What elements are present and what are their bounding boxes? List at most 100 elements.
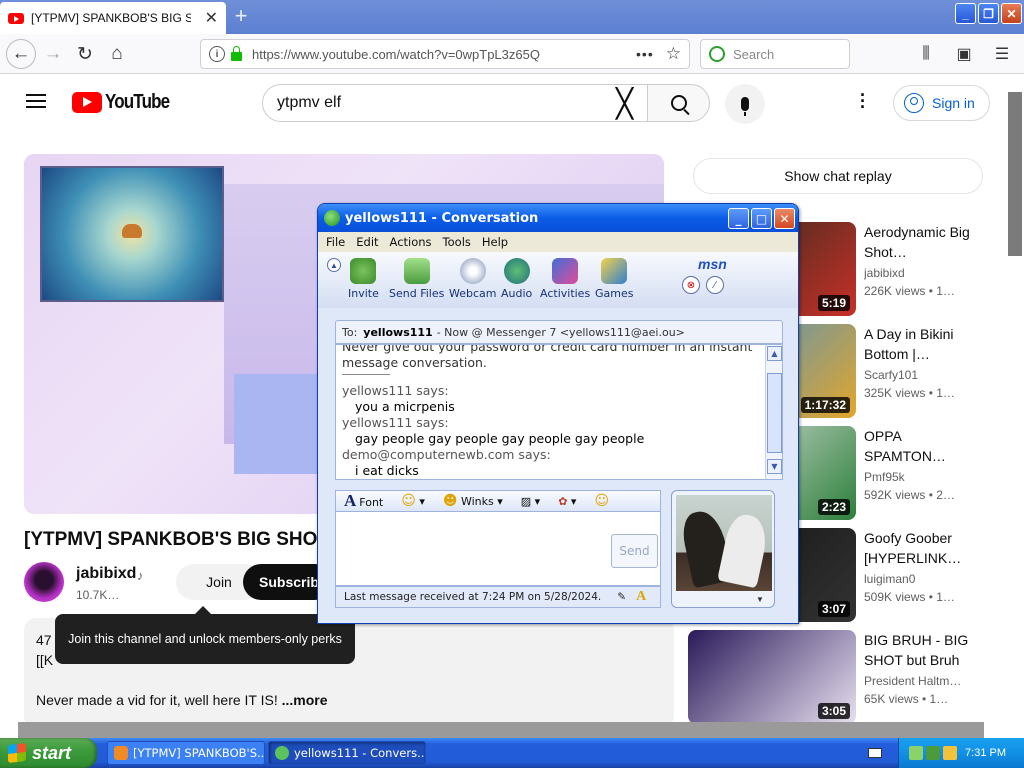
games-button[interactable]: Games [595, 258, 633, 300]
recommendation-channel[interactable]: President Haltm… [864, 674, 974, 688]
recommendation-item[interactable]: 3:05 BIG BRUH - BIG SHOT but Bruh Presiden… [688, 630, 988, 724]
msn-minimize-icon[interactable]: _ [728, 208, 749, 229]
sign-in-button[interactable]: Sign in [893, 85, 990, 121]
send-files-button[interactable]: Send Files [389, 258, 444, 300]
reload-icon[interactable]: ↻ [70, 39, 100, 69]
home-icon[interactable]: ⌂ [102, 39, 132, 69]
keyboard-icon[interactable] [868, 748, 882, 758]
page-horizontal-scrollbar[interactable] [18, 722, 984, 738]
send-button[interactable]: Send [611, 534, 658, 568]
background-picture-button[interactable]: ▨ ▾ [521, 495, 540, 508]
contact-display-picture[interactable]: ▼ [671, 490, 775, 608]
msn-close-icon[interactable]: ✕ [774, 208, 795, 229]
network-icon[interactable] [909, 746, 923, 760]
text-mode-icon[interactable]: A [636, 589, 646, 605]
youtube-search-input[interactable]: ytpmv elf ╳ [262, 84, 648, 122]
channel-name[interactable]: jabibixd [76, 565, 136, 583]
show-chat-replay-button[interactable]: Show chat replay [693, 158, 983, 194]
recommendation-title[interactable]: OPPA SPAMTON… [864, 426, 974, 466]
scroll-up-icon[interactable]: ▲ [767, 346, 782, 361]
msn-conversation-window: yellows111 - Conversation _ □ ✕ File Edi… [317, 203, 799, 624]
clear-search-icon[interactable]: ╳ [616, 87, 633, 120]
voice-search-button[interactable] [725, 84, 765, 124]
youtube-masthead: YouTube ytpmv elf ╳ · · · Sign in [0, 74, 1006, 130]
search-query[interactable]: ytpmv elf [277, 94, 341, 112]
menu-help[interactable]: Help [482, 235, 508, 249]
browser-search-input[interactable]: Search [700, 39, 850, 69]
url-text[interactable]: https://www.youtube.com/watch?v=0wpTpL3z… [252, 47, 540, 62]
guide-menu-icon[interactable] [26, 94, 46, 108]
emoticon-button[interactable]: ☺ ▾ [401, 493, 425, 509]
volume-icon[interactable] [943, 746, 957, 760]
nudge-icon[interactable]: ☺ [594, 493, 609, 509]
sidebar-icon[interactable]: ▣ [952, 39, 976, 69]
recommendation-channel[interactable]: Pmf95k [864, 470, 974, 484]
recommendation-title[interactable]: BIG BRUH - BIG SHOT but Bruh [864, 630, 974, 670]
menu-file[interactable]: File [326, 235, 345, 249]
msn-maximize-icon[interactable]: □ [751, 208, 772, 229]
channel-avatar[interactable] [24, 562, 64, 602]
settings-more-icon[interactable]: · · · [858, 86, 868, 116]
ink-icon[interactable]: ✎ [617, 591, 626, 603]
minimize-icon[interactable]: _ [955, 3, 976, 24]
page-vertical-scrollbar[interactable] [1008, 92, 1022, 256]
recommendation-title[interactable]: A Day in Bikini Bottom |… [864, 324, 974, 364]
recommendation-channel[interactable]: Scarfy101 [864, 368, 974, 382]
winks-button[interactable]: ☻ Winks ▾ [443, 493, 503, 509]
menu-actions[interactable]: Actions [390, 235, 432, 249]
page-actions-icon[interactable]: ••• [636, 46, 654, 62]
tab-close-icon[interactable]: ✕ [205, 8, 218, 28]
gift-button[interactable]: ✿ ▾ [558, 495, 576, 508]
browser-tab-youtube[interactable]: [YTPMV] SPANKBOB'S BIG SHOT - YouTube ✕ [0, 2, 226, 34]
youtube-logo[interactable]: YouTube [72, 91, 181, 114]
description-more-link[interactable]: ...more [282, 692, 328, 708]
to-label: To: [342, 325, 358, 339]
recommendation-channel[interactable]: jabibixd [864, 266, 974, 280]
menu-tools[interactable]: Tools [443, 235, 471, 249]
history-scroll-thumb[interactable] [767, 373, 782, 453]
gift-icon: ✿ [558, 494, 568, 508]
new-tab-button[interactable]: + [230, 5, 252, 28]
activities-button[interactable]: Activities [540, 258, 590, 300]
horse-picture [676, 495, 772, 591]
recommendation-channel[interactable]: luigiman0 [864, 572, 974, 586]
conversation-history[interactable]: Never give out your password or credit c… [335, 344, 783, 480]
msn-titlebar[interactable]: yellows111 - Conversation _ □ ✕ [318, 204, 798, 232]
menu-edit[interactable]: Edit [356, 235, 378, 249]
taskbar-item-browser[interactable]: [YTPMV] SPANKBOB'S... [107, 741, 265, 765]
recommendation-thumbnail[interactable]: 3:05 [688, 630, 856, 724]
menu-icon[interactable]: ☰ [990, 39, 1014, 69]
youtube-search-button[interactable] [647, 84, 710, 122]
winks-icon: ☻ [442, 493, 458, 509]
webcam-button[interactable]: Webcam [449, 258, 497, 300]
background-icon[interactable]: ⁄ [706, 276, 724, 294]
info-icon[interactable]: i [209, 46, 225, 62]
start-button[interactable]: start [0, 738, 97, 768]
taskbar-item-msn[interactable]: yellows111 - Convers... [268, 741, 426, 765]
scroll-down-icon[interactable]: ▼ [767, 459, 782, 474]
block-icon[interactable]: ⊗ [682, 276, 700, 294]
message-text: gay people gay people gay people gay peo… [355, 431, 645, 446]
font-button[interactable]: A Font [344, 491, 383, 511]
back-arrow-icon[interactable]: ← [6, 39, 36, 69]
recommendation-views: 592K views • 2… [864, 488, 955, 502]
music-note-icon: ♪ [137, 568, 144, 583]
close-icon[interactable]: ✕ [1001, 3, 1022, 24]
bookmark-star-icon[interactable]: ☆ [666, 44, 681, 64]
msn-tray-icon[interactable] [926, 746, 940, 760]
audio-button[interactable]: Audio [501, 258, 532, 300]
picture-options-icon[interactable]: ▼ [756, 595, 764, 604]
history-scrollbar[interactable]: ▲ ▼ [765, 345, 782, 479]
library-icon[interactable]: ⫼ [914, 39, 938, 69]
forward-arrow-icon[interactable]: → [38, 39, 68, 69]
subscriber-count: 10.7K… [76, 588, 120, 602]
recommendation-title[interactable]: Aerodynamic Big Shot… [864, 222, 974, 262]
message-sender: demo@computernewb.com says: [342, 447, 551, 462]
invite-button[interactable]: Invite [348, 258, 379, 300]
url-bar[interactable]: i https://www.youtube.com/watch?v=0wpTpL… [200, 39, 690, 69]
restore-icon[interactable]: ❐ [978, 3, 999, 24]
browser-titlebar: [YTPMV] SPANKBOB'S BIG SHOT - YouTube ✕ … [0, 0, 1024, 34]
collapse-toolbar-icon[interactable]: ▲ [327, 258, 341, 272]
recommendation-title[interactable]: Goofy Goober [HYPERLINK… [864, 528, 974, 568]
games-icon [601, 258, 628, 284]
